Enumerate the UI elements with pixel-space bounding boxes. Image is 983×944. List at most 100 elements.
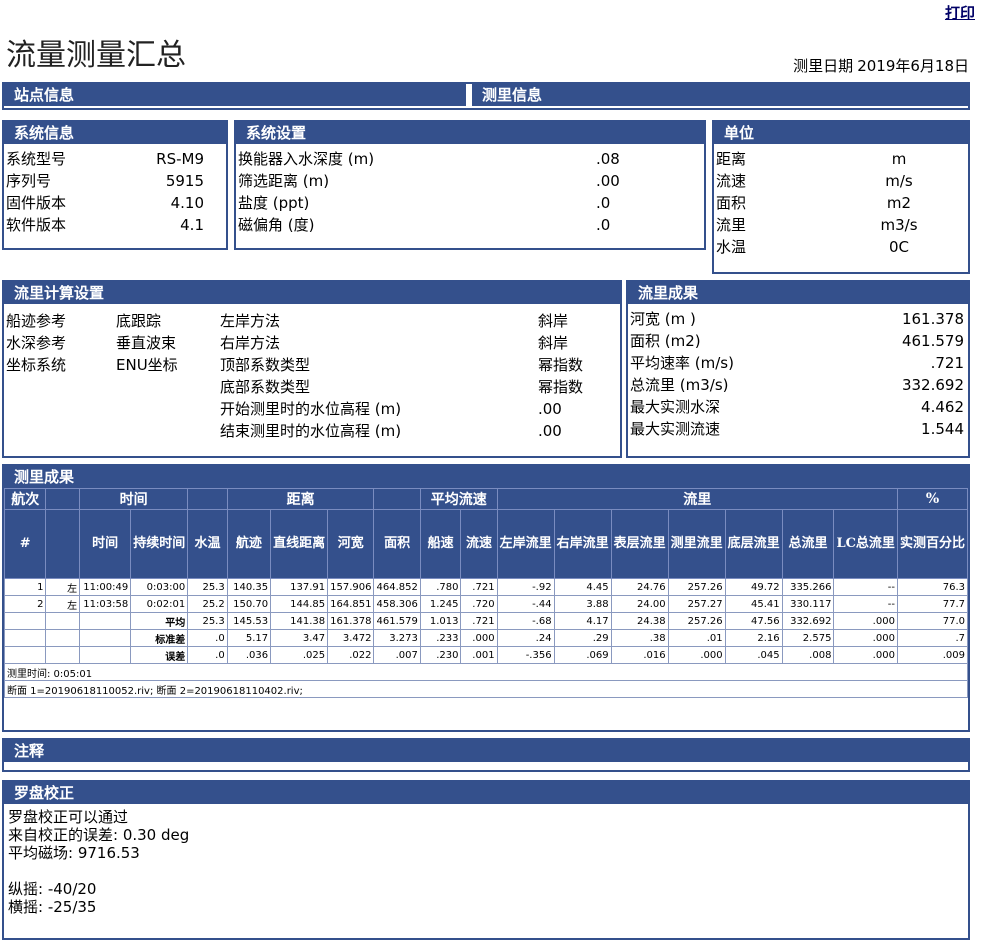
table-cell: 257.26 [667,578,726,596]
row-value: RS-M9 [156,150,204,168]
table-cell: 332.692 [781,612,835,630]
row-value: 0C [888,238,910,256]
flow-results-list: 河宽 (m ) 161.378 面积 (m2) 461.579 平均速率 (m/s) .7… [628,304,968,440]
flow-calc-label: 右岸方法 [220,334,281,352]
table-cell: 4.45 [553,578,612,596]
table-cell: .000 [833,646,898,664]
table-cell: -.68 [496,612,555,630]
site-info-header: 站点信息 [4,84,466,106]
table-cell [45,629,81,647]
info-row: 盐度 (ppt) .0 [236,192,704,214]
system-settings-header: 系统设置 [236,122,704,144]
row-value: m/s [885,172,913,190]
table-cell: -.356 [496,646,555,664]
table-cell: -.92 [496,578,555,596]
info-row: 流里 m3/s [714,214,968,236]
flow-calc-row: 开始测里时的水位高程 (m) .00 [4,398,620,420]
table-cell: .008 [781,646,835,664]
info-row: 筛选距离 (m) .00 [236,170,704,192]
table-cell: .036 [226,646,272,664]
table-cell: -.44 [496,595,555,613]
table-cell: 77.0 [896,612,969,630]
table-group-header-cell [373,488,421,510]
table-cell [45,646,81,664]
row-label: 面积 (m2) [630,332,701,350]
table-cell: .045 [724,646,783,664]
table-cell: 1.013 [419,612,462,630]
flow-calc-label: 顶部系数类型 [220,356,311,374]
flow-calc-value: ENU坐标 [116,356,178,374]
flow-results-panel: 流里成果 河宽 (m ) 161.378 面积 (m2) 461.579 平均速率 (m… [626,280,970,458]
measure-date: 测里日期 2019年6月18日 [789,55,969,76]
table-cell: 330.117 [781,595,835,613]
table-header-cell: 直线距离 [270,509,329,579]
row-value: m2 [886,194,912,212]
row-label: 盐度 (ppt) [238,194,310,212]
flow-calc-value: 斜岸 [538,312,569,330]
table-header-cell: 左岸流里 [496,509,555,579]
print-link[interactable]: 打印 [945,2,975,23]
table-cell: 2.16 [724,629,783,647]
compass-line: 平均磁场: 9716.53 [8,844,140,862]
table-cell [3,629,47,647]
row-label: 最大实测水深 [630,398,721,416]
table-cell: 24.00 [610,595,669,613]
row-value: 461.579 [901,332,964,350]
flow-calc-value: .00 [538,400,562,418]
compass-line [8,862,968,880]
row-label: 流里 [716,216,747,234]
table-note-row: 测里时间: 0:05:01 [4,663,968,681]
info-row: 距离 m [714,148,968,170]
table-cell: .000 [667,646,726,664]
table-cell: 1 [3,578,47,596]
flow-calc-label: 底部系数类型 [220,378,311,396]
table-cell: 5.17 [226,629,272,647]
table-cell: 145.53 [226,612,272,630]
info-row: 流速 m/s [714,170,968,192]
system-info-list: 系统型号 RS-M9 序列号 5915 固件版本 4.10 软件版本 4.1 [4,144,226,236]
table-header-cell: 航迹 [226,509,272,579]
table-header-cell: # [3,509,47,579]
flow-calc-panel: 流里计算设置 船迹参考 底跟踪 左岸方法 斜岸 水深参考 垂直波束 右岸方法 斜岸 坐标系统 EN… [2,280,622,458]
table-row: 误差 .0.036.025.022.007.230.001 -.356.069.01… [3,646,969,664]
flow-calc-label: 水深参考 [6,334,67,352]
info-row: 最大实测水深 4.462 [628,396,968,418]
table-row: 标准差 .0 5.17 3.47 3.472 3.273.233.000.24.29.38… [3,629,969,647]
table-cell: 左 [45,578,81,596]
table-cell: 25.2 [187,595,228,613]
row-label: 换能器入水深度 (m) [238,150,375,168]
table-cell: 3.88 [553,595,612,613]
table-cell: 0:03:00 [130,578,189,596]
flow-calc-row: 船迹参考 底跟踪 左岸方法 斜岸 [4,310,620,332]
row-value: .0 [596,194,611,212]
system-settings-panel: 系统设置 换能器入水深度 (m) .08 筛选距离 (m) .00 盐度 (ppt) .0… [234,120,706,250]
info-row: 面积 m2 [714,192,968,214]
info-row: 换能器入水深度 (m) .08 [236,148,704,170]
table-cell: .007 [373,646,421,664]
table-cell: 标准差 [130,629,189,647]
info-row: 面积 (m2) 461.579 [628,330,968,352]
row-value: .0 [596,216,611,234]
table-cell: .24 [496,629,555,647]
row-value: 4.10 [170,194,204,212]
flow-calc-list: 船迹参考 底跟踪 左岸方法 斜岸 水深参考 垂直波束 右岸方法 斜岸 坐标系统 ENU坐标 顶部系数… [4,304,620,442]
table-cell: 2.575 [781,629,835,647]
table-cell: 144.85 [270,595,329,613]
table-cell: 25.3 [187,578,228,596]
flow-calc-row: 坐标系统 ENU坐标 顶部系数类型 幂指数 [4,354,620,376]
table-cell [79,612,132,630]
table-cell: 4.17 [553,612,612,630]
row-label: 最大实测流速 [630,420,721,438]
compass-line: 来自校正的误差: 0.30 deg [8,826,190,844]
table-cell: .016 [610,646,669,664]
table-header-cell: 河宽 [327,509,375,579]
table-cell: 24.38 [610,612,669,630]
table-cell: 461.579 [373,612,421,630]
measure-date-value: 2019年6月18日 [857,57,969,75]
table-cell: 458.306 [373,595,421,613]
table-header-cell: 水温 [187,509,228,579]
table-cell [79,629,132,647]
table-header-cell: 表层流里 [610,509,669,579]
row-label: 面积 [716,194,747,212]
table-group-header-cell: 时间 [79,488,189,510]
